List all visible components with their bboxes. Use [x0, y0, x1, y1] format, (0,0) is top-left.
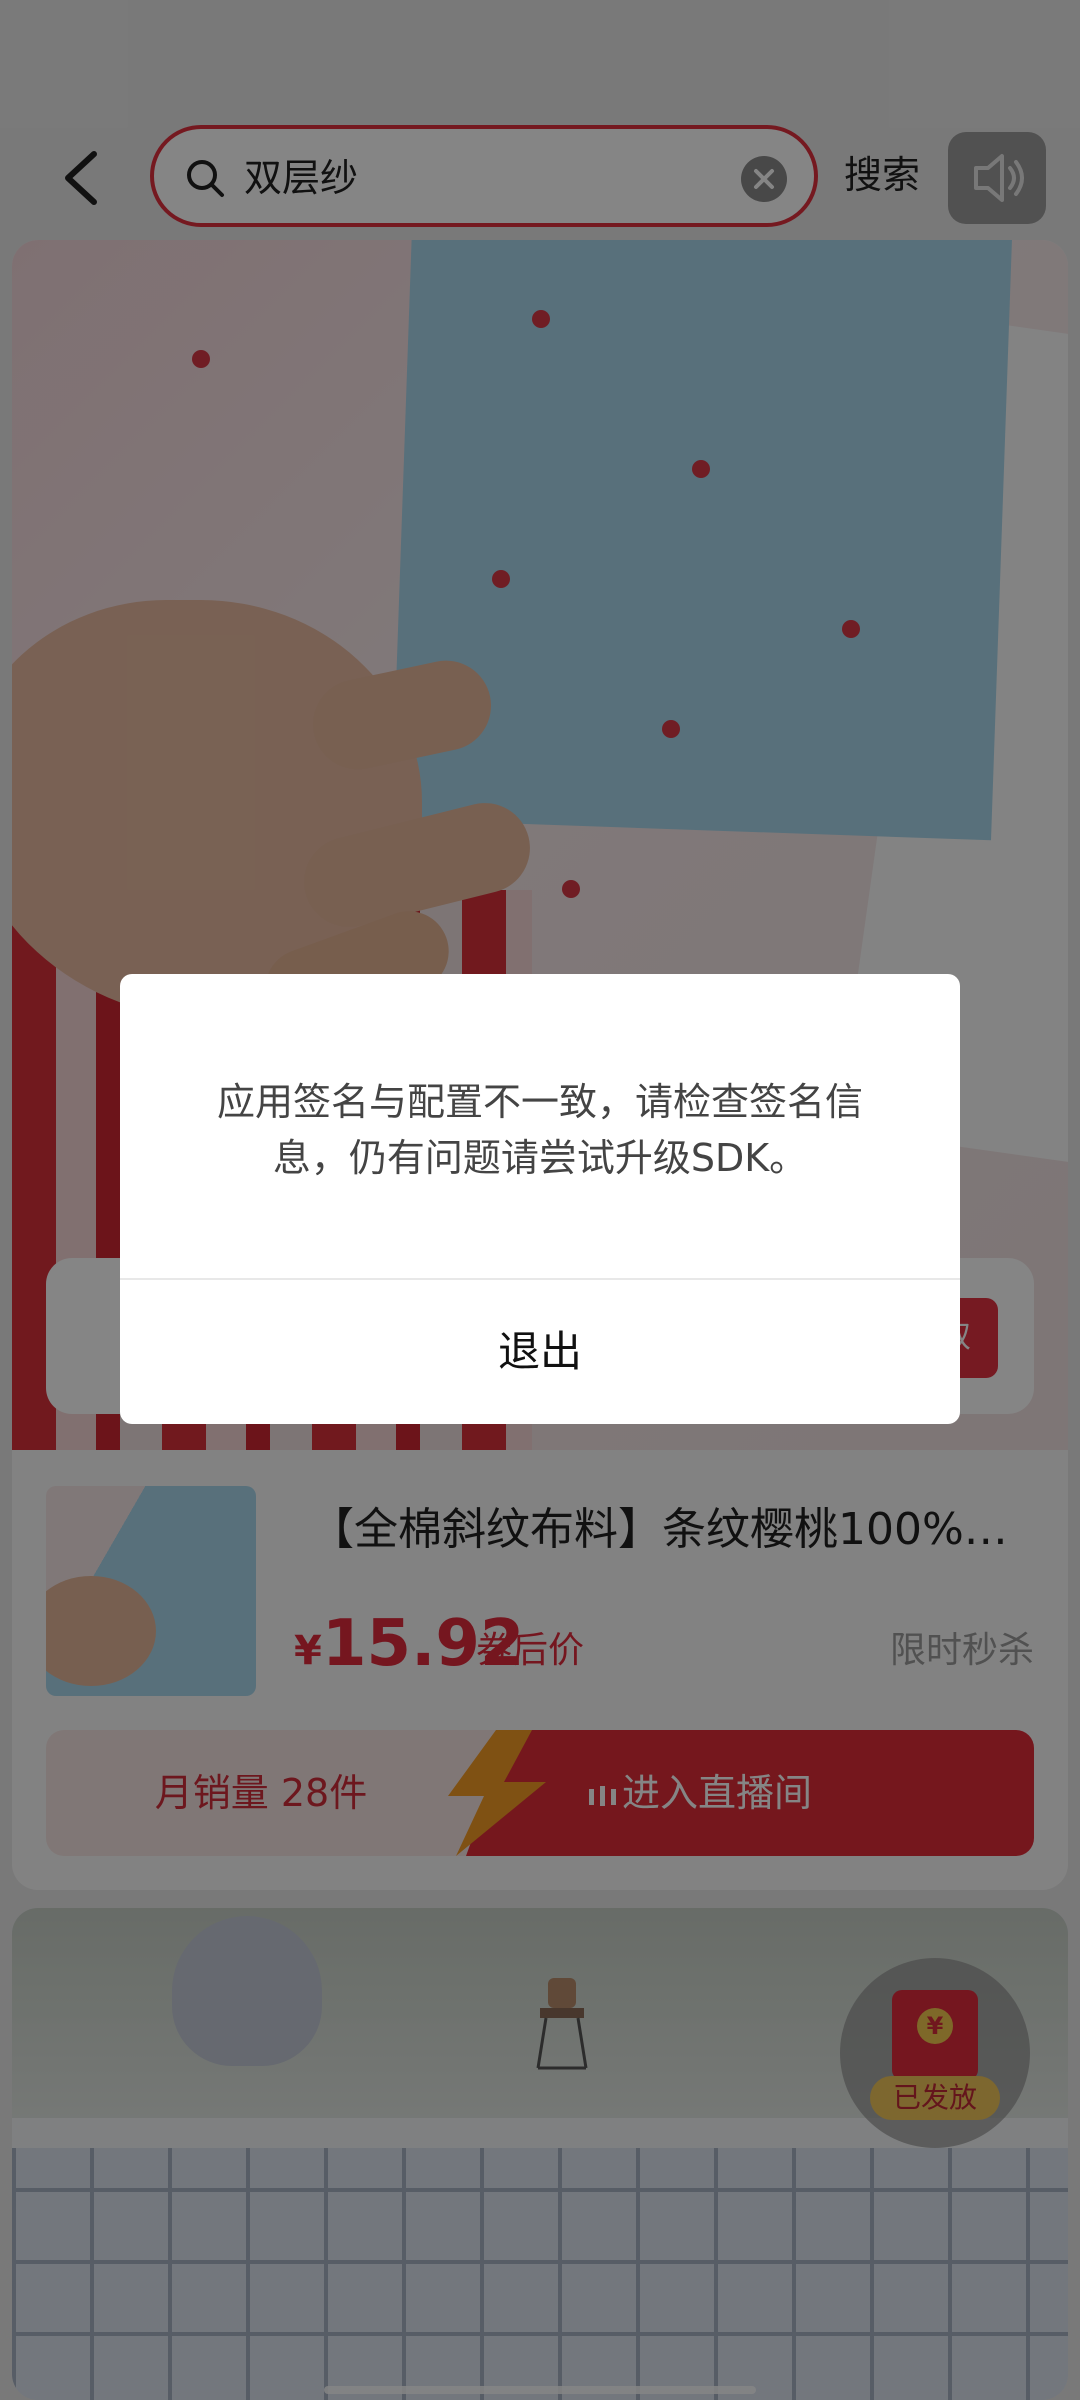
- exit-button[interactable]: 退出: [120, 1280, 960, 1424]
- error-dialog: 应用签名与配置不一致，请检查签名信息，仍有问题请尝试升级SDK。 退出: [120, 974, 960, 1424]
- dialog-message: 应用签名与配置不一致，请检查签名信息，仍有问题请尝试升级SDK。: [216, 1080, 863, 1180]
